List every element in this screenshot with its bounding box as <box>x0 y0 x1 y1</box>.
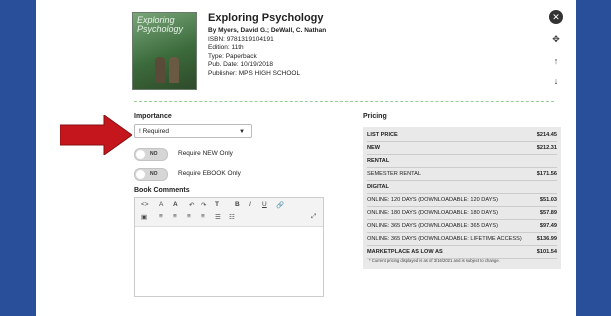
bulleted-list-icon[interactable]: ☰ <box>215 213 221 221</box>
price-row: ONLINE: 120 DAYS (DOWNLOADABLE: 120 DAYS… <box>367 195 557 207</box>
book-meta: By Myers, David G.; DeWall, C. Nathan IS… <box>208 27 326 79</box>
price-row: ONLINE: 365 DAYS (DOWNLOADABLE: 365 DAYS… <box>367 221 557 233</box>
red-arrow-icon <box>60 115 132 155</box>
toggle-knob <box>136 170 145 179</box>
price-label: LIST PRICE <box>367 132 398 138</box>
align-right-icon[interactable]: ≡ <box>187 213 191 220</box>
toggle-state: NO <box>150 151 158 157</box>
price-label: NEW <box>367 145 381 151</box>
require-ebook-toggle[interactable]: NO <box>134 168 168 181</box>
close-icon[interactable]: ✕ <box>549 10 563 24</box>
toggle-state: NO <box>150 171 158 177</box>
pricing-label: Pricing <box>363 113 387 120</box>
undo-icon[interactable]: ↶ <box>189 201 194 209</box>
italic-icon[interactable]: I <box>249 201 251 208</box>
move-icon[interactable]: ✥ <box>549 32 563 46</box>
price-value: $57.89 <box>539 210 557 216</box>
price-value: $51.03 <box>539 197 557 203</box>
numbered-list-icon[interactable]: ☷ <box>229 213 235 221</box>
price-value: $136.99 <box>536 236 557 242</box>
price-row: NEW $212.31 <box>367 143 557 155</box>
font-color-icon[interactable]: A <box>159 201 163 208</box>
redo-icon[interactable]: ↷ <box>201 201 206 209</box>
price-row: LIST PRICE $214.45 <box>367 130 557 142</box>
book-title: Exploring Psychology <box>208 12 324 24</box>
toggle-knob <box>136 150 145 159</box>
price-label: ONLINE: 365 DAYS (DOWNLOADABLE: 365 DAYS… <box>367 223 498 229</box>
book-comments-label: Book Comments <box>134 187 190 194</box>
price-label: ONLINE: 120 DAYS (DOWNLOADABLE: 120 DAYS… <box>367 197 498 203</box>
cover-figure <box>155 57 165 83</box>
image-icon[interactable]: ▣ <box>141 213 147 221</box>
price-label: ONLINE: 365 DAYS (DOWNLOADABLE: LIFETIME… <box>367 236 522 242</box>
price-row: ONLINE: 180 DAYS (DOWNLOADABLE: 180 DAYS… <box>367 208 557 220</box>
section-divider <box>134 101 554 102</box>
price-row: DIGITAL <box>367 182 557 194</box>
price-label: ONLINE: 180 DAYS (DOWNLOADABLE: 180 DAYS… <box>367 210 498 216</box>
highlight-color-icon[interactable]: A <box>173 201 178 208</box>
price-value: $101.54 <box>536 249 557 255</box>
underline-icon[interactable]: U <box>262 201 267 208</box>
book-info: Exploring Psychology Exploring Psycholog… <box>128 10 563 90</box>
book-pub-date: Pub. Date: 10/19/2018 <box>208 61 274 69</box>
bold-icon[interactable]: B <box>235 201 240 208</box>
price-label: SEMESTER RENTAL <box>367 171 421 177</box>
book-edition: Edition: 11th <box>208 44 244 52</box>
text-size-icon[interactable]: T <box>215 201 219 208</box>
align-center-icon[interactable]: ≡ <box>173 213 177 220</box>
price-value: $171.56 <box>536 171 557 177</box>
price-label: DIGITAL <box>367 184 389 190</box>
price-label: RENTAL <box>367 158 390 164</box>
importance-selected: ! Required <box>139 128 169 135</box>
pricing-table: LIST PRICE $214.45 NEW $212.31 RENTAL SEME… <box>363 127 561 269</box>
price-value: $97.49 <box>539 223 557 229</box>
arrow-down-icon[interactable]: ↓ <box>549 74 563 88</box>
price-row: ONLINE: 365 DAYS (DOWNLOADABLE: LIFETIME… <box>367 234 557 246</box>
chevron-down-icon: ▼ <box>239 129 245 135</box>
require-ebook-label: Require EBOOK Only <box>178 170 241 177</box>
book-isbn: ISBN: 9781319104191 <box>208 35 274 43</box>
price-row: SEMESTER RENTAL $171.56 <box>367 169 557 181</box>
importance-label: Importance <box>134 113 172 120</box>
price-label: MARKETPLACE AS LOW AS <box>367 249 443 255</box>
pricing-note: * Current pricing displayed is as of 3/1… <box>369 258 500 263</box>
editor-toolbar: <> A A ↶ ↷ T B I U 🔗 ▣ ≡ ≡ ≡ ≡ ☰ ☷ ⤢ <box>135 198 323 227</box>
arrow-up-icon[interactable]: ↑ <box>549 54 563 68</box>
price-value: $214.45 <box>536 132 557 138</box>
align-left-icon[interactable]: ≡ <box>159 213 163 220</box>
comments-editor[interactable]: <> A A ↶ ↷ T B I U 🔗 ▣ ≡ ≡ ≡ ≡ ☰ ☷ ⤢ <box>134 197 324 297</box>
cover-figure <box>169 57 179 83</box>
importance-select[interactable]: ! Required ▼ <box>134 124 252 138</box>
book-cover-image: Exploring Psychology <box>132 12 197 90</box>
book-publisher: Publisher: MPS HIGH SCHOOL <box>208 69 301 77</box>
source-code-icon[interactable]: <> <box>141 201 149 208</box>
price-row: RENTAL <box>367 156 557 168</box>
price-value: $212.31 <box>536 145 557 151</box>
book-authors: By Myers, David G.; DeWall, C. Nathan <box>208 27 327 34</box>
fullscreen-icon[interactable]: ⤢ <box>311 213 316 221</box>
book-type: Type: Paperback <box>208 52 257 60</box>
cover-title: Exploring Psychology <box>137 15 184 34</box>
require-new-toggle[interactable]: NO <box>134 148 168 161</box>
link-icon[interactable]: 🔗 <box>276 201 284 209</box>
book-panel: Exploring Psychology Exploring Psycholog… <box>36 0 576 316</box>
align-justify-icon[interactable]: ≡ <box>201 213 205 220</box>
require-new-label: Require NEW Only <box>178 150 233 157</box>
